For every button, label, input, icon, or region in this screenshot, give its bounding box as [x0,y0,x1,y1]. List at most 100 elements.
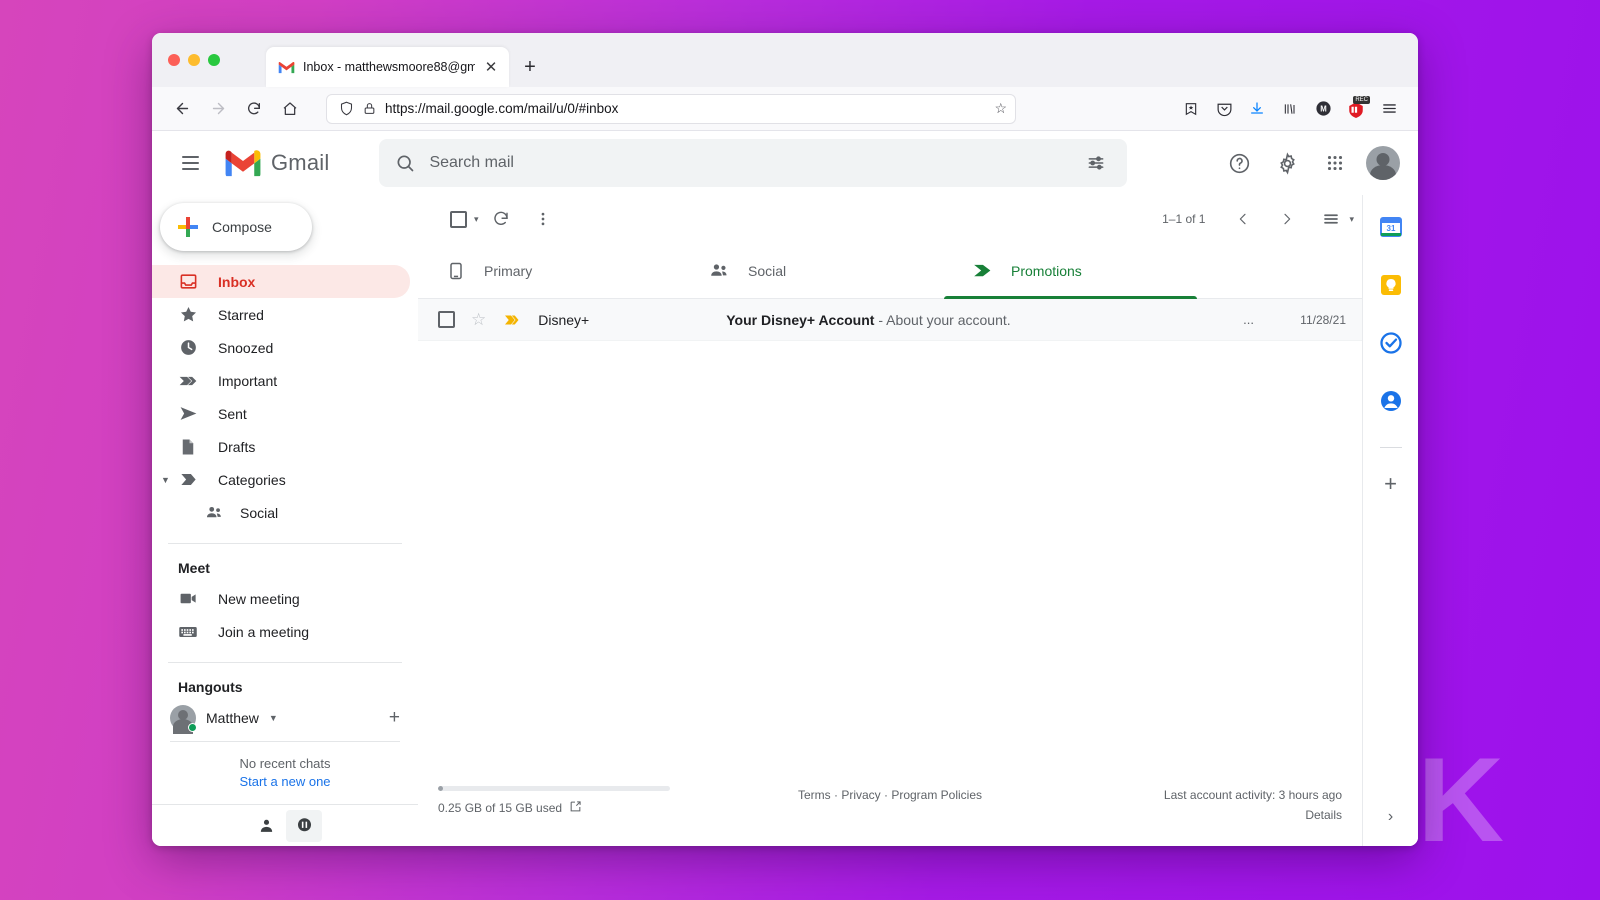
tab-title: Inbox - matthewsmoore88@gm [303,60,475,74]
reload-button[interactable] [238,93,270,125]
google-keep-icon[interactable] [1377,271,1405,299]
minimize-window-button[interactable] [188,54,200,66]
sidebar-item-label: Snoozed [218,339,274,356]
contacts-person-icon[interactable] [248,810,284,842]
account-icon[interactable]: M [1308,94,1338,124]
important-chevron-icon [178,371,198,391]
tab-strip: Inbox - matthewsmoore88@gm ✕ + [266,33,545,87]
tab-promotions[interactable]: Promotions [944,243,1207,299]
keyboard-icon [178,622,198,642]
compose-label: Compose [212,219,272,235]
sidebar-item-snoozed[interactable]: Snoozed [152,331,410,364]
user-avatar[interactable] [1366,146,1400,180]
details-link[interactable]: Details [1042,802,1342,822]
draft-icon [178,438,198,456]
forward-button[interactable] [202,93,234,125]
home-button[interactable] [274,93,306,125]
browser-window: Inbox - matthewsmoore88@gm ✕ + https://m… [152,33,1418,846]
tab-close-icon[interactable]: ✕ [483,60,499,75]
browser-titlebar: Inbox - matthewsmoore88@gm ✕ + [152,33,1418,87]
star-icon[interactable]: ☆ [471,310,486,330]
row-checkbox[interactable] [438,311,455,328]
watermark-k: K [1417,733,1504,867]
pocket-save-icon[interactable] [1176,94,1206,124]
search-bar[interactable] [379,139,1128,187]
back-button[interactable] [166,93,198,125]
sidebar-item-label: Sent [218,405,247,422]
header-actions [1218,142,1406,184]
table-row[interactable]: ☆ Disney+ Your Disney+ Account - About y… [418,299,1362,341]
start-new-chat-link[interactable]: Start a new one [152,771,418,789]
email-attachment-indicator: ... [1243,312,1254,327]
important-chevron-icon[interactable] [502,311,520,329]
hangouts-user-row[interactable]: Matthew ▼ + [152,701,418,735]
google-tasks-icon[interactable] [1377,329,1405,357]
google-calendar-icon[interactable]: 31 [1377,213,1405,241]
side-panel: 31 + › [1362,195,1418,846]
library-icon[interactable] [1275,94,1305,124]
previous-page-button[interactable] [1223,199,1263,239]
sidebar-item-join-meeting[interactable]: Join a meeting [152,615,410,648]
hangouts-chat-icon[interactable] [286,809,322,842]
refresh-button[interactable] [481,199,521,239]
sidebar-item-label: Inbox [218,273,256,290]
sidebar-item-label: Join a meeting [218,623,310,640]
url-bar[interactable]: https://mail.google.com/mail/u/0/#inbox … [326,93,1016,124]
extension-icon[interactable]: REC [1341,94,1371,124]
no-recent-chats-text: No recent chats [239,756,331,771]
main-menu-icon[interactable] [168,141,212,185]
sidebar-item-important[interactable]: Important [152,364,410,397]
select-all-checkbox[interactable] [438,199,478,239]
mail-list-panel: ▾ 1–1 of 1 ▾ Primary Social Promotions ☆… [418,195,1362,846]
sidebar-footer [152,804,418,846]
search-input[interactable] [429,154,1062,172]
search-filter-tune-icon[interactable] [1075,142,1117,184]
display-density-button[interactable] [1311,199,1351,239]
pocket-icon[interactable] [1209,94,1239,124]
side-panel-divider [1379,447,1402,448]
hangouts-avatar [170,705,197,735]
new-tab-button[interactable]: + [515,52,545,82]
sidebar-item-starred[interactable]: Starred [152,298,410,331]
tab-primary[interactable]: Primary [418,243,681,298]
expand-panel-button[interactable]: › [1388,808,1393,826]
clock-icon [178,338,198,357]
empty-list-area [418,341,1362,772]
sidebar-item-categories[interactable]: ▼ Categories [152,463,410,496]
chevron-down-icon[interactable]: ▼ [161,475,170,485]
add-app-button[interactable]: + [1377,470,1405,498]
sidebar-item-social[interactable]: Social [152,496,410,529]
google-contacts-icon[interactable] [1377,387,1405,415]
email-subject: Your Disney+ Account - About your accoun… [726,312,1243,328]
hangouts-add-button[interactable]: + [389,707,402,729]
compose-plus-icon [178,217,198,237]
email-subject-main: Your Disney+ Account [726,311,875,328]
maximize-window-button[interactable] [208,54,220,66]
help-icon[interactable] [1218,142,1260,184]
gmail-logo[interactable]: Gmail [224,149,329,178]
bookmark-star-icon[interactable]: ☆ [994,100,1007,117]
next-page-button[interactable] [1267,199,1307,239]
sidebar-item-inbox[interactable]: Inbox [152,265,410,298]
app-menu-icon[interactable] [1374,94,1404,124]
close-window-button[interactable] [168,54,180,66]
sidebar-item-sent[interactable]: Sent [152,397,410,430]
compose-button[interactable]: Compose [160,203,312,251]
chevron-down-icon[interactable]: ▼ [269,713,278,723]
sidebar-item-drafts[interactable]: Drafts [152,430,410,463]
density-caret-icon[interactable]: ▾ [1349,214,1354,225]
more-options-button[interactable] [523,199,563,239]
footer-links[interactable]: Terms · Privacy · Program Policies [738,786,1042,802]
mail-toolbar: ▾ 1–1 of 1 ▾ [418,195,1362,243]
browser-tab-gmail[interactable]: Inbox - matthewsmoore88@gm ✕ [266,47,509,87]
google-apps-icon[interactable] [1314,142,1356,184]
select-all-caret-icon[interactable]: ▾ [474,214,479,225]
settings-gear-icon[interactable] [1266,142,1308,184]
downloads-icon[interactable] [1242,94,1272,124]
hangouts-empty-state: No recent chats Start a new one [152,742,418,789]
lock-icon [364,103,375,114]
external-link-icon[interactable] [569,800,582,816]
meet-section-title: Meet [178,560,210,576]
sidebar-item-new-meeting[interactable]: New meeting [152,582,410,615]
tab-social[interactable]: Social [681,243,944,298]
